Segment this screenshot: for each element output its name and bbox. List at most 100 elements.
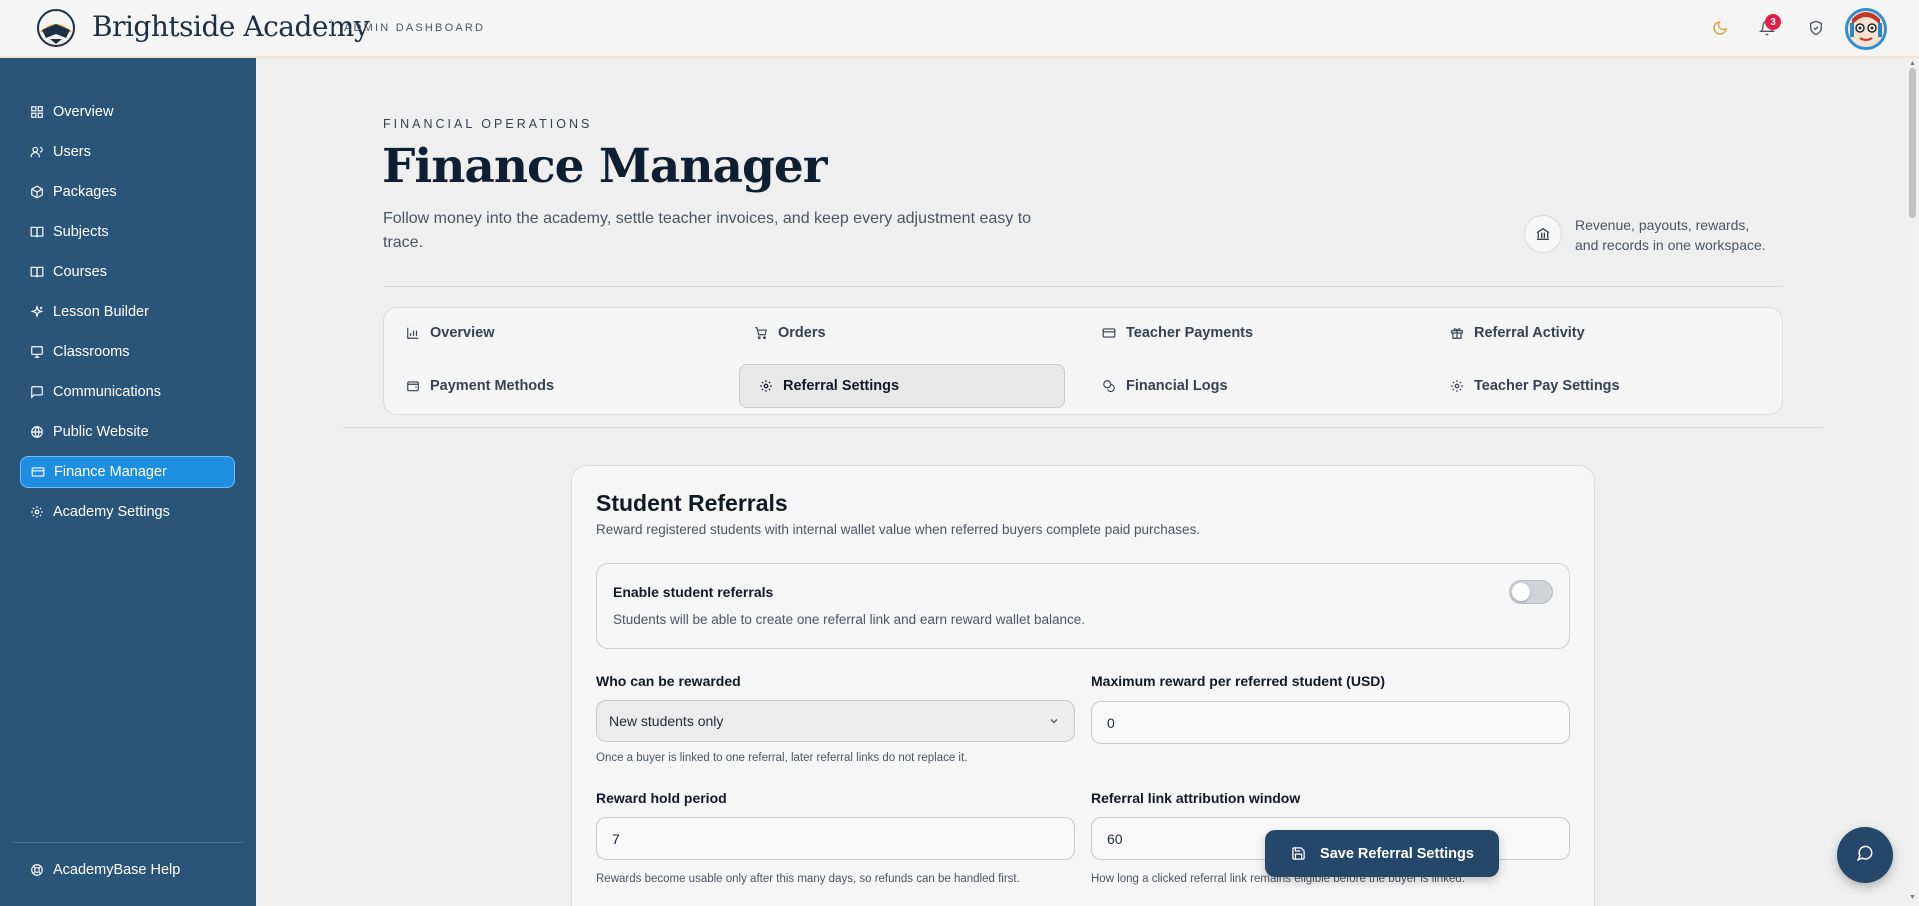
page-description: Follow money into the academy, settle te… bbox=[383, 210, 1032, 251]
input-value: 60 bbox=[1107, 830, 1123, 847]
notification-badge: 3 bbox=[1765, 14, 1781, 30]
tab-label: Financial Logs bbox=[1126, 378, 1228, 394]
sidebar-item-label: Packages bbox=[53, 184, 117, 200]
input-value: 0 bbox=[1107, 714, 1115, 731]
gear-icon bbox=[758, 378, 774, 394]
sidebar-item-label: Communications bbox=[53, 384, 161, 400]
sidebar-item-finance-manager[interactable]: Finance Manager bbox=[20, 456, 235, 488]
grid-icon bbox=[29, 104, 45, 120]
top-header: Brightside Academy ADMIN DASHBOARD 3 bbox=[0, 0, 1919, 58]
toggle-knob bbox=[1512, 583, 1530, 601]
brand-name: Brightside Academy bbox=[92, 10, 370, 43]
save-icon bbox=[1290, 846, 1306, 862]
tab-referral-activity[interactable]: Referral Activity bbox=[1431, 311, 1771, 355]
scroll-up-arrow-icon[interactable]: ▲ bbox=[1909, 60, 1916, 67]
sidebar-item-academy-settings[interactable]: Academy Settings bbox=[20, 496, 235, 528]
sidebar-item-label: Lesson Builder bbox=[53, 304, 149, 320]
chat-button[interactable] bbox=[1837, 827, 1893, 883]
bar-chart-icon bbox=[405, 325, 421, 341]
finance-tabs: Overview Orders Teacher Payments Referra… bbox=[383, 307, 1783, 415]
sidebar-item-overview[interactable]: Overview bbox=[20, 96, 235, 128]
card-icon bbox=[1101, 325, 1117, 341]
save-button-label: Save Referral Settings bbox=[1320, 845, 1474, 862]
avatar[interactable] bbox=[1845, 8, 1887, 50]
page-scrollbar[interactable]: ▲ ▼ bbox=[1906, 58, 1919, 906]
sidebar-item-label: Users bbox=[53, 144, 91, 160]
shield-icon[interactable] bbox=[1806, 18, 1826, 38]
sidebar-item-communications[interactable]: Communications bbox=[20, 376, 235, 408]
sidebar-item-subjects[interactable]: Subjects bbox=[20, 216, 235, 248]
presentation-icon bbox=[29, 344, 45, 360]
message-icon bbox=[29, 384, 45, 400]
tab-orders[interactable]: Orders bbox=[735, 311, 1075, 355]
bank-icon bbox=[1524, 215, 1562, 253]
coins-icon bbox=[1101, 378, 1117, 394]
brand-divider bbox=[331, 19, 332, 37]
hold-period-input[interactable]: 7 bbox=[596, 817, 1075, 860]
select-value: New students only bbox=[609, 713, 724, 729]
book-open-icon bbox=[29, 264, 45, 280]
sidebar-item-help[interactable]: AcademyBase Help bbox=[20, 854, 235, 886]
sidebar-item-label: Academy Settings bbox=[53, 504, 170, 520]
credit-card-icon bbox=[30, 464, 46, 480]
scroll-down-arrow-icon[interactable]: ▼ bbox=[1909, 894, 1916, 901]
sidebar-item-users[interactable]: Users bbox=[20, 136, 235, 168]
max-reward-input[interactable]: 0 bbox=[1091, 701, 1570, 744]
who-rewarded-hint: Once a buyer is linked to one referral, … bbox=[596, 752, 968, 764]
sidebar-item-label: Public Website bbox=[53, 424, 149, 440]
tab-label: Payment Methods bbox=[430, 378, 555, 394]
package-icon bbox=[29, 184, 45, 200]
attribution-window-label: Referral link attribution window bbox=[1091, 790, 1301, 806]
sidebar: Overview Users Packages Subjects Courses… bbox=[0, 58, 256, 906]
scrollbar-thumb[interactable] bbox=[1909, 68, 1916, 218]
sidebar-item-lesson-builder[interactable]: Lesson Builder bbox=[20, 296, 235, 328]
page-title: Finance Manager bbox=[382, 139, 828, 194]
tab-label: Teacher Payments bbox=[1126, 325, 1254, 341]
tab-label: Referral Activity bbox=[1474, 325, 1585, 341]
sidebar-item-public-website[interactable]: Public Website bbox=[20, 416, 235, 448]
academy-logo-icon[interactable] bbox=[36, 8, 76, 48]
tab-teacher-pay-settings[interactable]: Teacher Pay Settings bbox=[1431, 364, 1771, 408]
sidebar-item-label: Overview bbox=[53, 104, 114, 120]
sidebar-item-packages[interactable]: Packages bbox=[20, 176, 235, 208]
wallet-icon bbox=[405, 378, 421, 394]
sidebar-item-classrooms[interactable]: Classrooms bbox=[20, 336, 235, 368]
tab-financial-logs[interactable]: Financial Logs bbox=[1083, 364, 1423, 408]
sidebar-item-label: AcademyBase Help bbox=[53, 862, 181, 878]
header-divider bbox=[383, 286, 1783, 287]
enable-referrals-toggle[interactable] bbox=[1509, 580, 1553, 604]
toggle-label: Enable student referrals bbox=[613, 584, 774, 600]
tab-payment-methods[interactable]: Payment Methods bbox=[387, 364, 727, 408]
sidebar-item-courses[interactable]: Courses bbox=[20, 256, 235, 288]
tab-label: Referral Settings bbox=[783, 378, 900, 394]
save-referral-settings-button[interactable]: Save Referral Settings bbox=[1265, 830, 1499, 877]
gear-icon bbox=[1449, 378, 1465, 394]
page-eyebrow: FINANCIAL OPERATIONS bbox=[383, 117, 593, 131]
input-value: 7 bbox=[612, 830, 620, 847]
tab-referral-settings[interactable]: Referral Settings bbox=[739, 364, 1065, 408]
max-reward-label: Maximum reward per referred student (USD… bbox=[1091, 673, 1386, 689]
sidebar-divider bbox=[12, 842, 244, 843]
lifebuoy-icon bbox=[29, 862, 45, 878]
tab-label: Orders bbox=[778, 325, 826, 341]
hold-period-label: Reward hold period bbox=[596, 790, 727, 806]
book-icon bbox=[29, 224, 45, 240]
tab-label: Overview bbox=[430, 325, 495, 341]
sidebar-item-label: Finance Manager bbox=[54, 464, 167, 480]
tabs-divider bbox=[343, 427, 1823, 428]
hold-period-hint: Rewards become usable only after this ma… bbox=[596, 873, 1020, 885]
tab-label: Teacher Pay Settings bbox=[1474, 378, 1620, 394]
cart-icon bbox=[753, 325, 769, 341]
sidebar-item-label: Subjects bbox=[53, 224, 109, 240]
moon-icon[interactable] bbox=[1710, 18, 1730, 38]
who-rewarded-select[interactable]: New students only bbox=[596, 700, 1075, 742]
card-description: Reward registered students with internal… bbox=[596, 522, 1201, 537]
card-title: Student Referrals bbox=[596, 490, 788, 516]
sparkles-icon bbox=[29, 304, 45, 320]
gift-icon bbox=[1449, 325, 1465, 341]
gear-icon bbox=[29, 504, 45, 520]
who-rewarded-label: Who can be rewarded bbox=[596, 673, 741, 689]
tab-overview[interactable]: Overview bbox=[387, 311, 727, 355]
globe-icon bbox=[29, 424, 45, 440]
tab-teacher-payments[interactable]: Teacher Payments bbox=[1083, 311, 1423, 355]
